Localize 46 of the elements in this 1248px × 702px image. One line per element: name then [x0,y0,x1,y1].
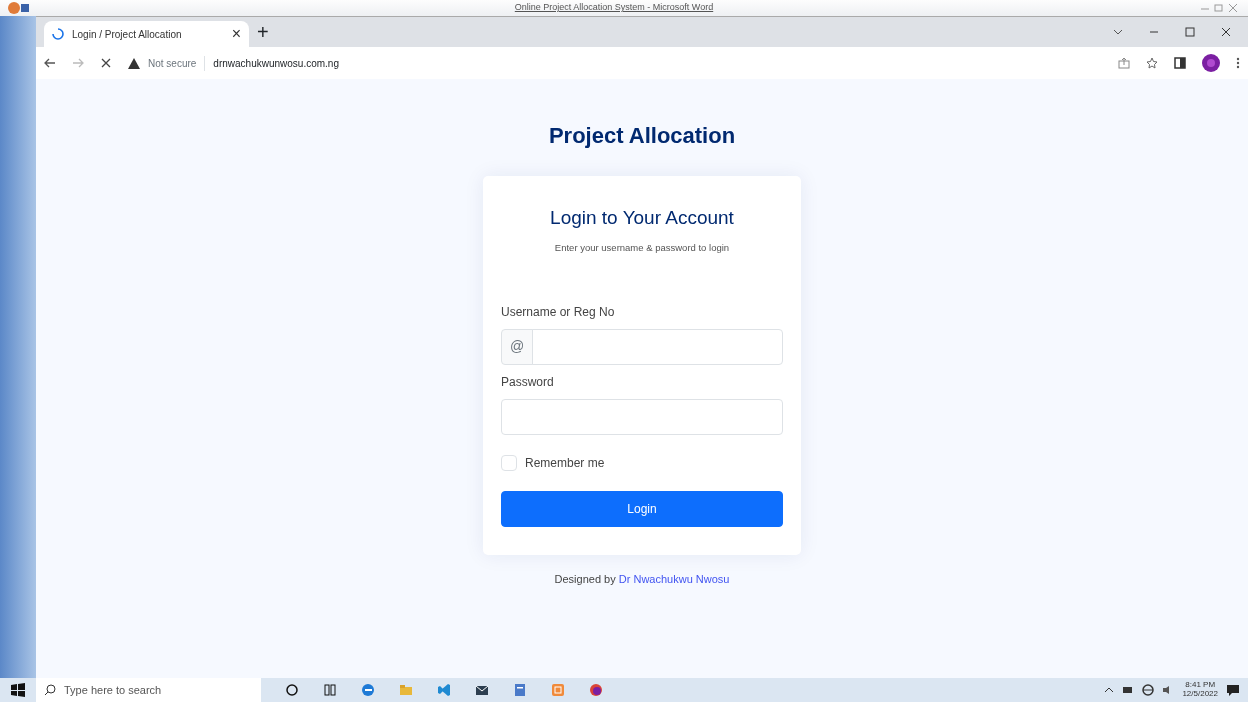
round-app-icon[interactable] [589,683,603,697]
task-circle-icon[interactable] [285,683,299,697]
field-label: Password [501,373,555,391]
menu-icon[interactable] [1236,57,1240,69]
clock-time: 8:41 PM [1184,681,1217,690]
mail-icon[interactable] [475,683,489,697]
input-field[interactable] [501,398,783,435]
battery-icon[interactable] [1122,685,1135,695]
start-icon[interactable] [11,683,25,697]
star-icon[interactable] [1146,57,1158,69]
search-icon [44,684,56,696]
author-link[interactable]: Dr Nwachukwu Nwosu [618,572,730,585]
chevron-down-icon[interactable] [1112,27,1124,37]
chevron-up-icon[interactable] [1104,685,1115,695]
checkbox-label: Remember me [525,454,605,472]
code-editor-icon[interactable] [437,683,451,697]
search-field[interactable]: Type here to search [36,678,261,702]
new-tab-button[interactable]: + [257,17,269,47]
loading-icon [52,28,64,40]
warning-icon [128,57,140,69]
profile-avatar-icon[interactable] [1202,54,1220,72]
document-icon[interactable] [513,683,527,697]
stop-icon[interactable] [100,58,112,68]
footer-credit: Designed by Dr Nwachukwu Nwosu [554,571,730,587]
maximize-icon[interactable] [1184,27,1196,37]
field-label: Username or Reg No [501,303,616,321]
task-view-icon[interactable] [323,683,337,697]
remember-checkbox[interactable] [501,454,517,471]
back-icon[interactable] [44,58,56,68]
address-field[interactable]: drnwachukwunwosu.com.ng [204,55,339,71]
taskbar-clock[interactable]: 8:41 PM 12/5/2022 [1182,681,1218,699]
browser-tab[interactable]: Login / Project Allocation × [44,21,249,47]
card-subtitle: Enter your username & password to login [553,240,731,255]
tab-close-button[interactable]: × [231,22,241,46]
notification-icon[interactable] [1226,683,1240,697]
input-field[interactable] [532,328,783,365]
page-heading: Project Allocation [548,122,736,150]
close-icon[interactable] [1220,27,1232,37]
security-indicator[interactable]: Not secure [148,55,197,71]
clock-date: 12/5/2022 [1182,690,1218,699]
side-panel-icon[interactable] [1174,57,1186,69]
share-icon[interactable] [1118,57,1130,69]
card-title: Login to Your Account [549,206,735,230]
window-title: Online Project Allocation System - Microsoft Word [513,1,715,15]
input-prefix: @ [501,328,534,365]
login-button[interactable]: Login [501,490,783,527]
